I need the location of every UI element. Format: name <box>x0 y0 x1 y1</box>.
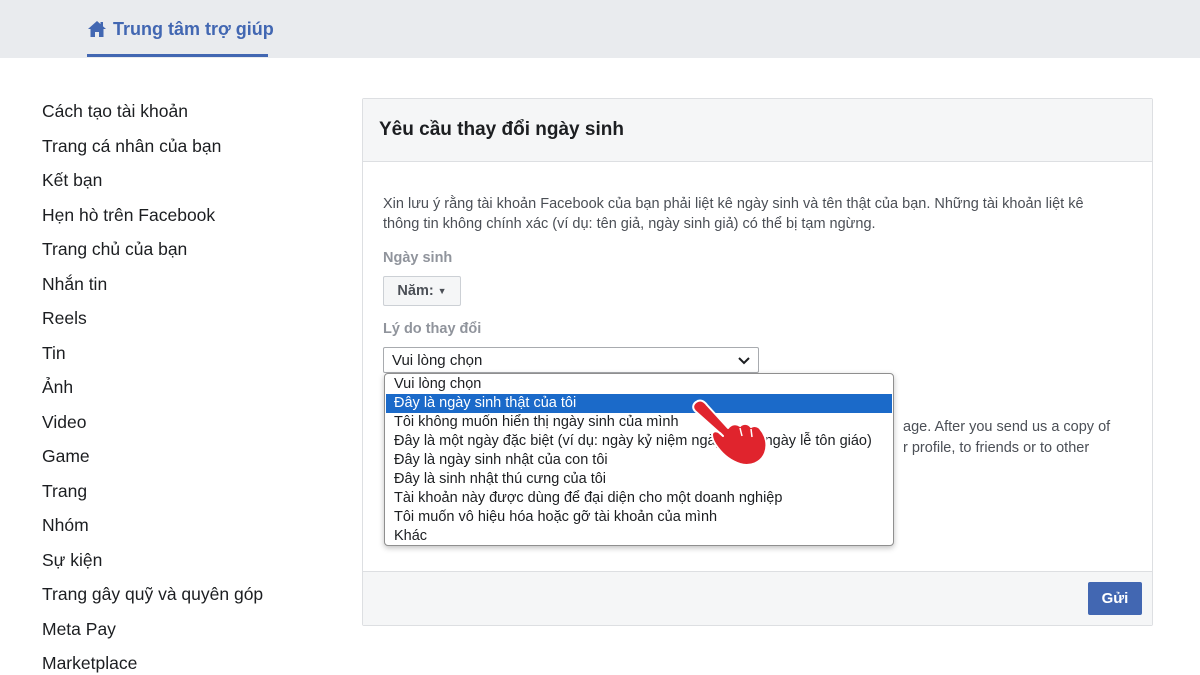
dropdown-option[interactable]: Đây là sinh nhật thú cưng của tôi <box>386 470 892 489</box>
sidebar-item-meta-pay[interactable]: Meta Pay <box>42 612 332 647</box>
sidebar-item-fundraisers[interactable]: Trang gây quỹ và quyên góp <box>42 577 332 612</box>
sidebar-item-home[interactable]: Trang chủ của bạn <box>42 232 332 267</box>
reason-select[interactable]: Vui lòng chọn <box>383 347 759 373</box>
caret-down-icon: ▼ <box>437 286 447 296</box>
pointing-hand-icon <box>692 399 768 466</box>
sidebar-item-stories[interactable]: Tin <box>42 336 332 371</box>
dropdown-option[interactable]: Khác <box>386 527 892 546</box>
help-center-link[interactable]: Trung tâm trợ giúp <box>87 0 274 58</box>
help-center-label: Trung tâm trợ giúp <box>113 18 274 39</box>
reason-select-value: Vui lòng chọn <box>392 351 483 369</box>
dropdown-option[interactable]: Tôi muốn vô hiệu hóa hoặc gỡ tài khoản c… <box>386 508 892 527</box>
sidebar-item-events[interactable]: Sự kiện <box>42 543 332 578</box>
sidebar-item-dating[interactable]: Hẹn hò trên Facebook <box>42 198 332 233</box>
send-button[interactable]: Gửi <box>1088 582 1142 615</box>
sidebar-item-pages[interactable]: Trang <box>42 474 332 509</box>
sidebar-item-create-account[interactable]: Cách tạo tài khoản <box>42 94 332 129</box>
form-title: Yêu cầu thay đổi ngày sinh <box>379 119 624 140</box>
year-selector-button[interactable]: Năm: ▼ <box>383 276 461 306</box>
info-text-line-2: r profile, to friends or to other <box>903 440 1090 456</box>
birthday-label: Ngày sinh <box>383 250 453 266</box>
sidebar-item-profile[interactable]: Trang cá nhân của bạn <box>42 129 332 164</box>
sidebar-item-gaming[interactable]: Game <box>42 439 332 474</box>
sidebar-item-marketplace[interactable]: Marketplace <box>42 646 332 675</box>
sidebar-item-reels[interactable]: Reels <box>42 301 332 336</box>
form-header: Yêu cầu thay đổi ngày sinh <box>363 99 1152 162</box>
birthday-change-form: Yêu cầu thay đổi ngày sinh Xin lưu ý rằn… <box>362 98 1153 626</box>
active-tab-indicator <box>87 54 268 57</box>
year-button-label: Năm: <box>397 283 434 299</box>
form-footer: Gửi <box>363 571 1152 625</box>
info-text: age. After you send us a copy of r profi… <box>903 417 1153 459</box>
sidebar-nav: Cách tạo tài khoản Trang cá nhân của bạn… <box>42 94 332 675</box>
sidebar-item-video[interactable]: Video <box>42 405 332 440</box>
sidebar-item-messaging[interactable]: Nhắn tin <box>42 267 332 302</box>
sidebar-item-groups[interactable]: Nhóm <box>42 508 332 543</box>
home-icon <box>88 21 106 37</box>
dropdown-option[interactable]: Vui lòng chọn <box>386 375 892 394</box>
sidebar-item-friends[interactable]: Kết bạn <box>42 163 332 198</box>
dropdown-option[interactable]: Tôi không muốn hiển thị ngày sinh của mì… <box>386 413 892 432</box>
top-bar: Trung tâm trợ giúp <box>0 0 1200 58</box>
dropdown-option-selected[interactable]: Đây là ngày sinh thật của tôi <box>386 394 892 413</box>
dropdown-option[interactable]: Tài khoản này được dùng để đại diện cho … <box>386 489 892 508</box>
form-notice: Xin lưu ý rằng tài khoản Facebook của bạ… <box>383 196 1084 232</box>
sidebar-item-photos[interactable]: Ảnh <box>42 370 332 405</box>
dropdown-option[interactable]: Đây là một ngày đặc biệt (ví dụ: ngày kỷ… <box>386 432 892 451</box>
dropdown-option[interactable]: Đây là ngày sinh nhật của con tôi <box>386 451 892 470</box>
reason-dropdown-list: Vui lòng chọn Đây là ngày sinh thật của … <box>384 373 894 546</box>
chevron-down-icon <box>738 357 750 365</box>
reason-label: Lý do thay đổi <box>383 321 482 337</box>
info-text-line-1: age. After you send us a copy of <box>903 419 1111 435</box>
